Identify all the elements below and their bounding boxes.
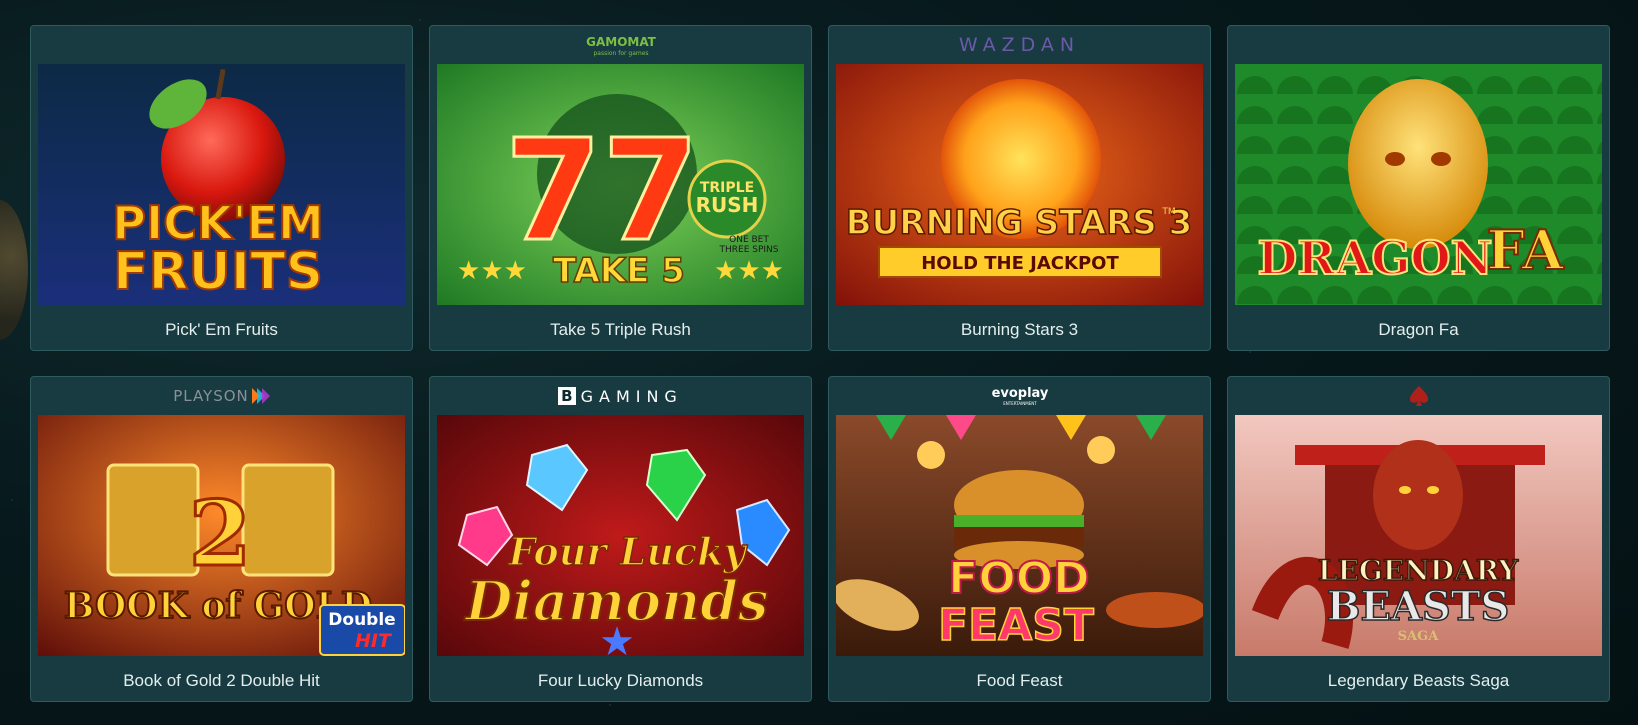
game-thumbnail[interactable]: BURNING STARS 3 TM HOLD THE JACKPOT xyxy=(836,64,1203,305)
game-name[interactable]: Legendary Beasts Saga xyxy=(1228,671,1609,691)
game-thumbnail[interactable]: 77 TRIPLE RUSH ONE BET THREE SPINS ★★★ ★… xyxy=(437,64,804,305)
provider-logo: GAMOMAT passion for games xyxy=(430,32,811,58)
svg-text:★: ★ xyxy=(599,620,635,656)
game-name[interactable]: Four Lucky Diamonds xyxy=(430,671,811,691)
art-title: BURNING STARS 3 xyxy=(846,203,1193,243)
provider-tagline: ENTERTAINMENT xyxy=(1003,401,1037,406)
provider-logo xyxy=(1228,32,1609,58)
game-card[interactable]: DRAGON FA Dragon Fa xyxy=(1227,25,1610,351)
playson-play-icon xyxy=(251,388,270,404)
art-three-spins: THREE SPINS xyxy=(719,245,779,255)
art-rush: RUSH xyxy=(696,193,759,217)
art-subtitle: HOLD THE JACKPOT xyxy=(921,253,1119,274)
game-card[interactable]: LEGENDARY BEASTS SAGA Legendary Beasts S… xyxy=(1227,376,1610,702)
art-title-fa: FA xyxy=(1486,218,1564,282)
game-thumbnail[interactable]: LEGENDARY BEASTS SAGA xyxy=(1235,415,1602,656)
game-thumbnail[interactable]: PICK'EM FRUITS xyxy=(38,64,405,305)
game-grid: PICK'EM FRUITS Pick' Em Fruits GAMOMAT p… xyxy=(30,25,1610,702)
svg-text:★★★: ★★★ xyxy=(457,255,527,285)
game-thumbnail[interactable]: FOOD FEAST xyxy=(836,415,1203,656)
game-name[interactable]: Dragon Fa xyxy=(1228,320,1609,340)
provider-name: PLAYSON xyxy=(173,387,249,405)
provider-name: evoplay xyxy=(991,386,1048,401)
game-card[interactable]: PLAYSON 2 BOOK of GOLD Double HIT Book o… xyxy=(30,376,413,702)
provider-tagline: passion for games xyxy=(593,50,648,57)
provider-name: GAMING xyxy=(580,386,683,406)
art-double: Double xyxy=(328,610,395,630)
provider-logo: WAZDAN xyxy=(829,32,1210,58)
spade-logo-icon xyxy=(1409,386,1428,406)
game-thumbnail[interactable]: DRAGON FA xyxy=(1235,64,1602,305)
game-card[interactable]: WAZDAN BURNING STARS 3 TM HOLD THE JACKP… xyxy=(828,25,1211,351)
game-card[interactable]: GAMOMAT passion for games 77 TRIPLE RUSH… xyxy=(429,25,812,351)
provider-logo: PLAYSON xyxy=(31,383,412,409)
provider-logo xyxy=(31,32,412,58)
art-title: TAKE 5 xyxy=(553,251,685,291)
game-thumbnail[interactable]: Four Lucky Diamonds ★ xyxy=(437,415,804,656)
art-title-line1: FOOD xyxy=(948,553,1089,604)
game-card[interactable]: PICK'EM FRUITS Pick' Em Fruits xyxy=(30,25,413,351)
art-title-line2: FRUITS xyxy=(113,242,323,302)
art-hit: HIT xyxy=(355,630,393,652)
provider-name: GAMOMAT xyxy=(586,35,657,49)
art-title-line2: BEASTS xyxy=(1327,583,1510,630)
game-name[interactable]: Pick' Em Fruits xyxy=(31,320,412,340)
game-name[interactable]: Food Feast xyxy=(829,671,1210,691)
provider-logo xyxy=(1228,383,1609,409)
art-title-line1: Four Lucky xyxy=(507,529,748,574)
svg-text:77: 77 xyxy=(505,110,700,273)
bgaming-mark: B xyxy=(558,387,576,405)
art-title-line2: FEAST xyxy=(938,600,1094,651)
provider-logo: B GAMING xyxy=(430,383,811,409)
game-card[interactable]: evoplay ENTERTAINMENT FOOD FEAST Food Fe… xyxy=(828,376,1211,702)
art-title-line3: SAGA xyxy=(1398,629,1440,644)
game-card[interactable]: B GAMING Four Lucky Diamonds ★ Four Luck… xyxy=(429,376,812,702)
game-name[interactable]: Book of Gold 2 Double Hit xyxy=(31,671,412,691)
game-name[interactable]: Take 5 Triple Rush xyxy=(430,320,811,340)
game-name[interactable]: Burning Stars 3 xyxy=(829,320,1210,340)
provider-name: WAZDAN xyxy=(958,34,1081,56)
art-title-dragon: DRAGON xyxy=(1257,231,1492,285)
planet-decoration xyxy=(0,200,28,340)
art-one-bet: ONE BET xyxy=(729,235,769,245)
svg-text:★★★: ★★★ xyxy=(714,255,784,285)
game-thumbnail[interactable]: 2 BOOK of GOLD Double HIT xyxy=(38,415,405,656)
art-trademark: TM xyxy=(1161,207,1175,217)
provider-logo: evoplay ENTERTAINMENT xyxy=(829,383,1210,409)
art-number: 2 xyxy=(189,481,252,587)
